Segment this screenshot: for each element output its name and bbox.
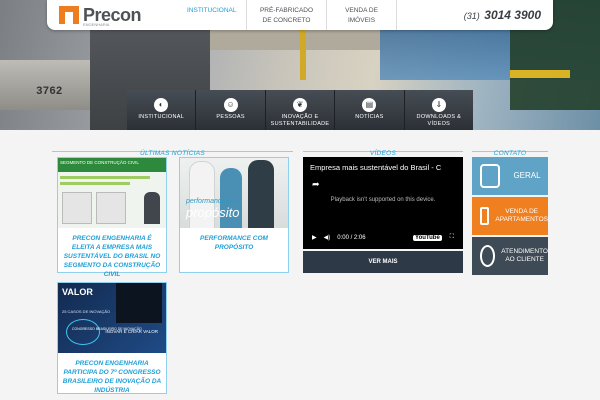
thumb-pane — [62, 192, 92, 224]
iconbar-label: PESSOAS — [216, 114, 245, 120]
video-controls: ▶ ◀) 0:00 / 2:06 YouTube ⛶ — [312, 234, 454, 241]
nav-pre-fabricado[interactable]: PRÉ-FABRICADO DE CONCRETO — [247, 0, 327, 30]
news-section-title: ÚLTIMAS NOTÍCIAS — [140, 150, 205, 157]
iconbar-pessoas[interactable]: ☺ PESSOAS — [196, 90, 266, 130]
volume-icon[interactable]: ◀) — [324, 234, 331, 241]
news-caption: PRECON ENGENHARIA PARTICIPA DO 7º CONGRE… — [62, 360, 162, 394]
iconbar-label: INOVAÇÃO E SUSTENTABILIDADE — [270, 114, 330, 127]
news-thumbnail: VALOR 25 CASOS DE INOVAÇÃO CONGRESSO BRA… — [58, 283, 166, 353]
iconbar-noticias[interactable]: ▤ NOTÍCIAS — [335, 90, 405, 130]
contact-label: VENDA DE APARTAMENTOS — [495, 208, 549, 223]
play-icon[interactable]: ▶ — [312, 234, 317, 241]
logo-mark-icon — [59, 6, 79, 24]
phone-ddd: (31) — [463, 11, 480, 21]
share-icon[interactable]: ➦ — [312, 179, 320, 190]
phone-digits: 3014 3900 — [484, 8, 541, 22]
contact-section-header: CONTATO — [472, 142, 548, 157]
fullscreen-icon[interactable]: ⛶ — [450, 234, 454, 241]
headset-icon — [480, 245, 496, 267]
news-icon: ▤ — [362, 98, 377, 112]
iconbar-label: NOTÍCIAS — [355, 114, 384, 120]
videos-section-header: VÍDEOS — [303, 142, 463, 157]
leaf-icon: ❦ — [293, 98, 308, 112]
thumb-text-big: propósito — [186, 205, 240, 220]
thumb-circle — [66, 319, 100, 345]
contact-label: ATENDIMENTO AO CLIENTE — [501, 248, 548, 263]
thumb-text: performance com propósito — [186, 198, 240, 220]
news-card[interactable]: VALOR 25 CASOS DE INOVAÇÃO CONGRESSO BRA… — [57, 282, 167, 394]
contact-venda-button[interactable]: VENDA DE APARTAMENTOS — [472, 197, 548, 235]
main-nav: INSTITUCIONAL PRÉ-FABRICADO DE CONCRETO … — [177, 0, 397, 30]
contact-label: GERAL — [513, 171, 541, 180]
logo[interactable]: Precon ENGENHARIA — [47, 0, 177, 30]
phone-icon — [480, 164, 500, 188]
logo-sub: ENGENHARIA — [83, 22, 110, 27]
news-caption: PERFORMANCE COM PROPÓSITO — [200, 235, 268, 251]
iconbar-label: INSTITUCIONAL — [138, 114, 185, 120]
youtube-logo[interactable]: YouTube — [413, 234, 442, 241]
thumb-band: SEGMENTO DE CONSTRUÇÃO CIVIL — [58, 158, 166, 172]
videos-section-title: VÍDEOS — [369, 150, 397, 157]
contact-section-title: CONTATO — [493, 150, 527, 157]
thumb-pane — [96, 192, 126, 224]
iconbar-label: DOWNLOADS & VÍDEOS — [416, 114, 462, 127]
download-icon: ⇓ — [431, 98, 446, 112]
building-icon: ◐ — [154, 98, 169, 112]
phone-number: (31) 3014 3900 — [464, 6, 553, 24]
thumb-line — [60, 182, 130, 185]
thumb-right-text: INOVAR É CRIAR VALOR — [105, 329, 158, 334]
thumb-person — [248, 160, 274, 228]
thumb-subtitle: 25 CASOS DE INOVAÇÃO — [62, 309, 111, 314]
news-card[interactable]: performance com propósito PERFORMANCE COM… — [179, 157, 289, 273]
news-thumbnail: SEGMENTO DE CONSTRUÇÃO CIVIL — [58, 158, 166, 228]
hero-yellow-rail — [510, 70, 570, 78]
video-message: Playback isn't supported on this device. — [330, 197, 436, 203]
thumb-text-small: performance com — [186, 198, 241, 205]
news-thumbnail: performance com propósito — [180, 158, 288, 228]
nav-institucional[interactable]: INSTITUCIONAL — [177, 0, 247, 30]
top-bar: Precon ENGENHARIA INSTITUCIONAL PRÉ-FABR… — [47, 0, 553, 30]
iconbar-institucional[interactable]: ◐ INSTITUCIONAL — [127, 90, 197, 130]
iconbar-inovacao[interactable]: ❦ INOVAÇÃO E SUSTENTABILIDADE — [265, 90, 336, 130]
thumb-people — [116, 283, 162, 323]
thumb-person — [144, 192, 160, 224]
ver-mais-button[interactable]: VER MAIS — [303, 251, 463, 273]
icon-bar: ◐ INSTITUCIONAL ☺ PESSOAS ❦ INOVAÇÃO E S… — [127, 90, 474, 130]
video-title[interactable]: Empresa mais sustentável do Brasil - C — [303, 157, 463, 178]
news-section-header: ÚLTIMAS NOTÍCIAS — [52, 142, 293, 157]
thumb-title: VALOR — [62, 287, 93, 297]
news-caption: PRECON ENGENHARIA É ELEITA A EMPRESA MAI… — [63, 235, 161, 278]
nav-venda-imoveis[interactable]: VENDA DE IMÓVEIS — [327, 0, 397, 30]
video-player[interactable]: Empresa mais sustentável do Brasil - C ➦… — [303, 157, 463, 249]
contact-atendimento-button[interactable]: ATENDIMENTO AO CLIENTE — [472, 237, 548, 275]
people-icon: ☺ — [223, 98, 238, 112]
house-icon — [480, 207, 490, 225]
hero-beam — [200, 30, 380, 50]
iconbar-downloads[interactable]: ⇓ DOWNLOADS & VÍDEOS — [404, 90, 474, 130]
contact-geral-button[interactable]: GERAL — [472, 157, 548, 195]
hero-plate-text: 3762 — [36, 86, 63, 98]
news-card[interactable]: SEGMENTO DE CONSTRUÇÃO CIVIL PRECON ENGE… — [57, 157, 167, 278]
video-time: 0:00 / 2:06 — [337, 234, 366, 241]
thumb-line — [60, 176, 150, 179]
